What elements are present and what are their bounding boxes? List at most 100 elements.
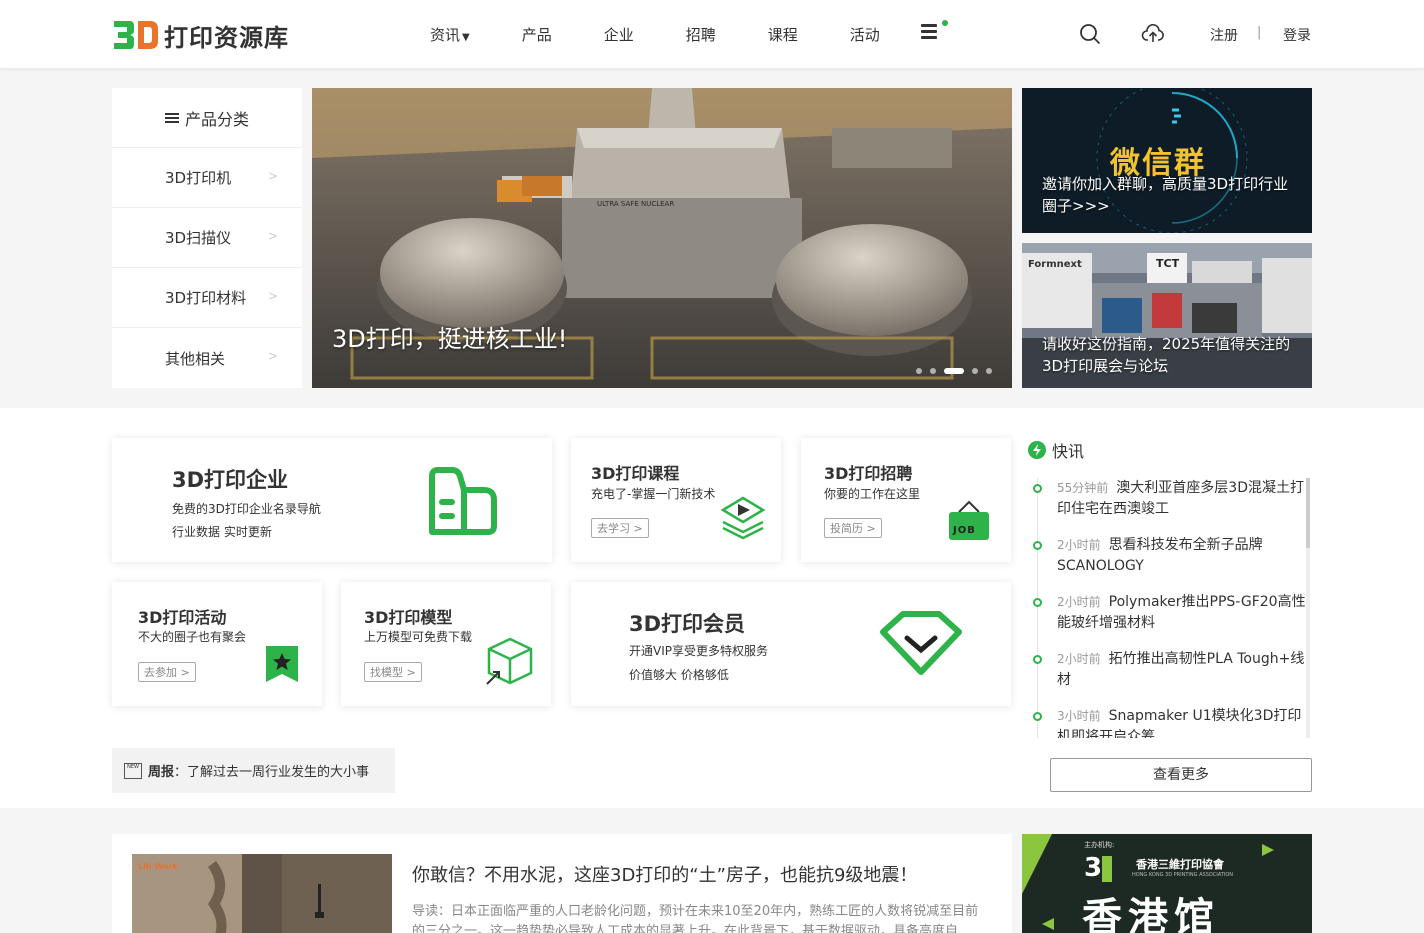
site-header: 打印资源库 资讯 ▼ 产品 企业 招聘 课程 活动 注册 | 登录 xyxy=(0,0,1424,68)
carousel-dot[interactable] xyxy=(972,368,978,374)
tct-sign: TCT xyxy=(1156,257,1180,270)
thumb-brand: Lib Work xyxy=(138,862,178,871)
model-find-button[interactable]: 找模型 > xyxy=(364,662,422,682)
nav-item-jobs[interactable]: 招聘 xyxy=(686,24,716,45)
video-course-icon xyxy=(720,496,766,540)
list-icon xyxy=(164,111,179,125)
site-logo[interactable]: 打印资源库 xyxy=(112,17,289,53)
news-time: 55分钟前 xyxy=(1057,481,1109,495)
card-title: 3D打印课程 xyxy=(591,464,680,483)
article-card[interactable]: Lib Work 你敢信？不用水泥，这座3D打印的“土”房子，也能抗9级地震！ … xyxy=(112,834,1012,933)
card-subtitle: 不大的圈子也有聚会 xyxy=(138,630,247,644)
course-learn-button[interactable]: 去学习 > xyxy=(591,518,649,538)
card-course[interactable]: 3D打印课程 充电了-掌握一门新技术 去学习 > xyxy=(571,438,781,562)
card-line: 免费的3D打印企业名录导航 xyxy=(172,502,321,516)
logo-3d-mark xyxy=(114,21,158,49)
flash-news-item[interactable]: 2小时前 思看科技发布全新子品牌SCANOLOGY xyxy=(1028,535,1306,592)
menu-icon[interactable] xyxy=(921,24,939,42)
timeline-dot xyxy=(1033,655,1042,664)
register-link[interactable]: 注册 xyxy=(1210,25,1238,45)
nav-item-events[interactable]: 活动 xyxy=(850,24,880,45)
category-label: 3D扫描仪 xyxy=(165,229,232,247)
carousel-dot[interactable] xyxy=(986,368,992,374)
category-label: 3D打印机 xyxy=(165,169,232,187)
category-title: 产品分类 xyxy=(184,109,249,129)
category-item-other[interactable]: 其他相关 > xyxy=(112,328,302,388)
category-label: 3D打印材料 xyxy=(165,289,247,307)
chevron-right-icon: > xyxy=(267,169,278,183)
carousel-dots xyxy=(908,368,992,374)
logo-text: 打印资源库 xyxy=(164,23,289,52)
carousel-dot[interactable] xyxy=(916,368,922,374)
card-event[interactable]: 3D打印活动 不大的圈子也有聚会 去参加 > xyxy=(112,582,322,706)
newspaper-icon: NEW xyxy=(124,762,142,779)
lightning-icon xyxy=(1028,441,1046,459)
timeline-dot xyxy=(1033,712,1042,721)
category-item-scanner[interactable]: 3D扫描仪 > xyxy=(112,208,302,268)
banner-title: 3D打印，挺进核工业! xyxy=(332,325,568,353)
flash-news-scrollbar[interactable] xyxy=(1306,478,1310,738)
card-enterprise[interactable]: 3D打印企业 免费的3D打印企业名录导航 行业数据 实时更新 xyxy=(112,438,552,562)
chevron-right-icon: > xyxy=(267,289,278,303)
category-item-material[interactable]: 3D打印材料 > xyxy=(112,268,302,328)
article-title[interactable]: 你敢信？不用水泥，这座3D打印的“土”房子，也能抗9级地震！ xyxy=(412,861,917,887)
card-title: 3D打印招聘 xyxy=(824,464,913,483)
timeline-dot xyxy=(1033,484,1042,493)
cube-model-icon xyxy=(486,637,533,685)
timeline-dot xyxy=(1033,541,1042,550)
news-time: 3小时前 xyxy=(1057,709,1101,723)
promo-exhibition-guide[interactable]: Formnext TCT 请收好这份指南，2025年值得关注的3D打印展会与论坛 xyxy=(1022,243,1312,388)
flash-news-header: 快讯 xyxy=(1028,438,1084,462)
header-separator: | xyxy=(1257,25,1262,40)
carousel-dot[interactable] xyxy=(930,368,936,374)
weekly-report-bar[interactable]: NEW 周报：了解过去一周行业发生的大小事 xyxy=(112,748,395,793)
card-job[interactable]: 3D打印招聘 你要的工作在这里 投简历 > JOB xyxy=(801,438,1011,562)
promo-wechat-group[interactable]: 微信群 邀请你加入群聊，高质量3D打印行业圈子>>> xyxy=(1022,88,1312,233)
hero-banner[interactable]: ULTRA SAFE NUCLEAR 3D打印，挺进核工业! xyxy=(312,88,1012,388)
chevron-right-icon: > xyxy=(267,349,278,363)
login-link[interactable]: 登录 xyxy=(1283,25,1311,45)
card-line: 行业数据 实时更新 xyxy=(172,525,272,539)
bookmark-star-icon xyxy=(266,646,298,682)
flash-news-item[interactable]: 55分钟前 澳大利亚首座多层3D混凝土打印住宅在西澳竣工 xyxy=(1028,478,1306,535)
nav-item-products[interactable]: 产品 xyxy=(522,24,552,45)
weekly-colon: ： xyxy=(174,765,188,780)
flash-news-title: 快讯 xyxy=(1052,442,1085,461)
building-icon xyxy=(429,467,497,535)
card-line: 价值够大 价格够低 xyxy=(629,668,729,682)
nav-item-companies[interactable]: 企业 xyxy=(604,24,634,45)
flash-news-item[interactable]: 2小时前 Polymaker推出PPS-GF20高性能玻纤增强材料 xyxy=(1028,592,1306,649)
notification-dot xyxy=(942,20,948,26)
search-icon[interactable] xyxy=(1078,22,1102,46)
organizer-name: 香港三維打印協會 xyxy=(1136,858,1224,871)
hk-pavilion-title: 香港馆 xyxy=(1082,895,1220,933)
card-title: 3D打印活动 xyxy=(138,608,227,627)
newspaper-icon-text: NEW xyxy=(127,763,139,770)
carousel-dot-active[interactable] xyxy=(944,368,964,374)
upload-cloud-icon[interactable] xyxy=(1141,22,1165,46)
view-more-button[interactable]: 查看更多 xyxy=(1050,758,1312,792)
card-member[interactable]: 3D打印会员 开通VIP享受更多特权服务 价值够大 价格够低 xyxy=(571,582,1011,706)
flash-news-list: 55分钟前 澳大利亚首座多层3D混凝土打印住宅在西澳竣工 2小时前 思看科技发布全新… xyxy=(1028,478,1306,738)
event-join-button[interactable]: 去参加 > xyxy=(138,662,196,682)
card-title: 3D打印会员 xyxy=(629,612,746,636)
building-sign: ULTRA SAFE NUCLEAR xyxy=(597,200,674,208)
card-title: 3D打印企业 xyxy=(172,468,289,492)
nav-item-news[interactable]: 资讯 ▼ xyxy=(430,24,470,45)
card-line: 开通VIP享受更多特权服务 xyxy=(629,644,768,658)
timeline-dot xyxy=(1033,598,1042,607)
job-apply-button[interactable]: 投简历 > xyxy=(824,518,882,538)
card-model[interactable]: 3D打印模型 上万模型可免费下载 找模型 > xyxy=(341,582,551,706)
nav-label: 资讯 xyxy=(430,26,461,44)
nav-item-courses[interactable]: 课程 xyxy=(768,24,798,45)
caret-down-icon: ▼ xyxy=(462,32,470,43)
hk-pavilion-ad[interactable]: 3 主办机构: 香港三維打印協會 HONG KONG 3D PRINTING A… xyxy=(1022,834,1312,933)
flash-news-item[interactable]: 2小时前 拓竹推出高韧性PLA Tough+线材 xyxy=(1028,649,1306,706)
card-subtitle: 上万模型可免费下载 xyxy=(364,630,473,644)
weekly-label: 周报 xyxy=(148,765,175,780)
chevron-right-icon: > xyxy=(267,229,278,243)
main-nav: 资讯 ▼ 产品 企业 招聘 课程 活动 xyxy=(430,24,932,45)
flash-news-item[interactable]: 3小时前 Snapmaker U1模块化3D打印机即将开启众筹 xyxy=(1028,706,1306,738)
category-item-printer[interactable]: 3D打印机 > xyxy=(112,148,302,208)
article-description: 导读：日本正面临严重的人口老龄化问题，预计在未来10至20年内，熟练工匠的人数将… xyxy=(412,904,979,933)
